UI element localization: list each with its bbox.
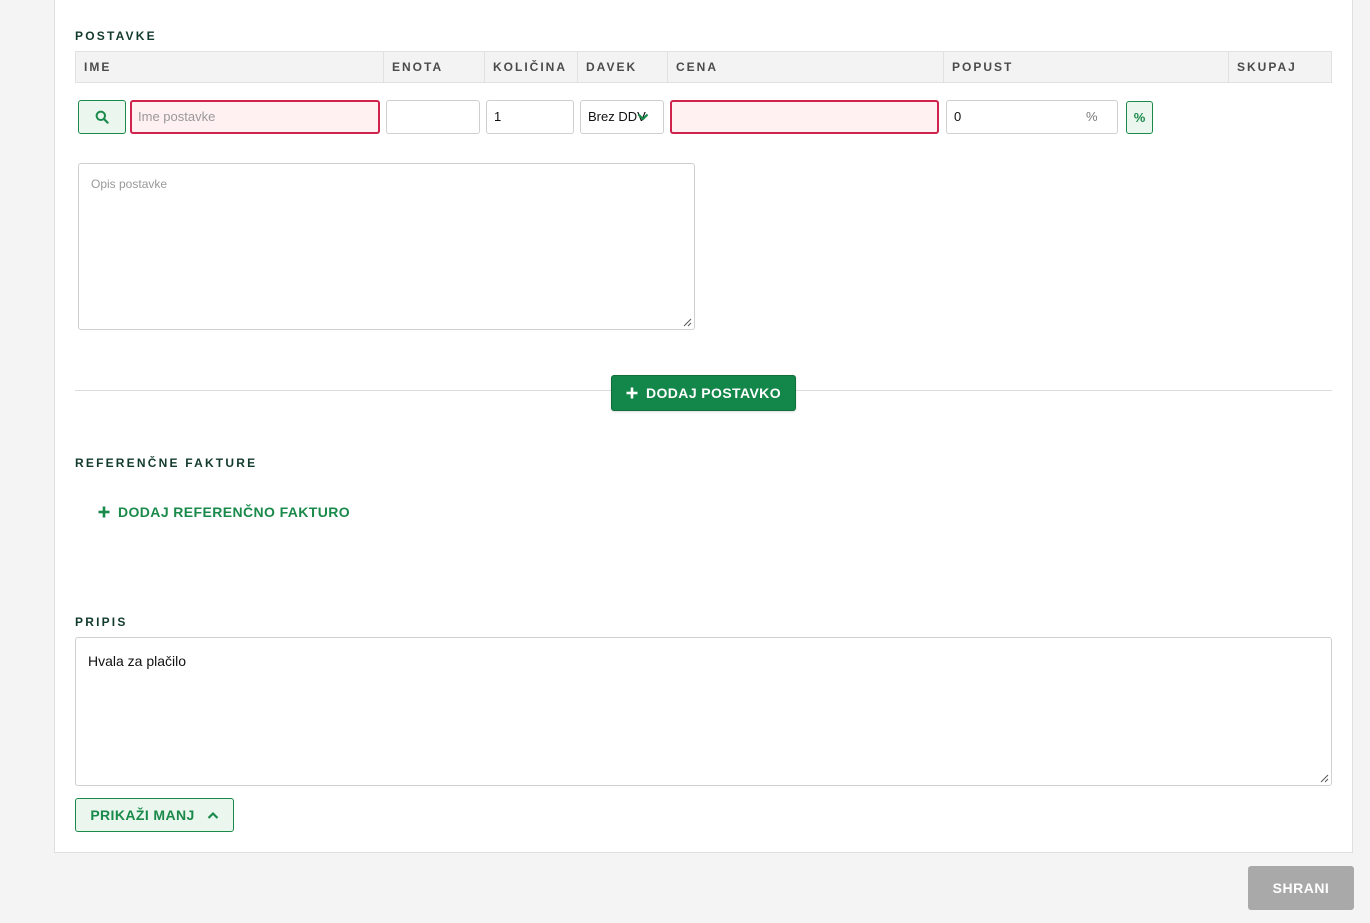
note-textarea-value: Hvala za plačilo <box>88 653 187 669</box>
add-item-button[interactable]: DODAJ POSTAVKO <box>611 375 796 411</box>
item-name-input[interactable]: Ime postavke <box>130 100 380 134</box>
resize-grip-icon[interactable] <box>1320 774 1329 783</box>
item-description-placeholder: Opis postavke <box>91 177 168 191</box>
discount-unit-label: % <box>1086 109 1098 124</box>
item-description-textarea[interactable]: Opis postavke <box>78 163 695 330</box>
reference-section-title: REFERENČNE FAKTURE <box>75 456 258 470</box>
plus-icon <box>626 387 638 399</box>
column-header-name: IME <box>76 52 384 82</box>
chevron-down-icon <box>637 113 649 121</box>
chevron-up-icon <box>207 811 218 819</box>
items-section-title: POSTAVKE <box>75 29 157 43</box>
add-reference-invoice-link[interactable]: DODAJ REFERENČNO FAKTURO <box>98 502 350 522</box>
item-name-placeholder: Ime postavke <box>138 109 216 124</box>
item-tax-select[interactable]: Brez DDV <box>580 100 664 134</box>
item-price-input[interactable] <box>670 100 939 134</box>
show-less-button[interactable]: PRIKAŽI MANJ <box>75 798 234 832</box>
resize-grip-icon[interactable] <box>683 318 692 327</box>
note-textarea[interactable]: Hvala za plačilo <box>75 637 1332 786</box>
column-header-price: CENA <box>668 52 944 82</box>
item-discount-value: 0 <box>954 109 962 124</box>
column-header-discount: POPUST <box>944 52 1229 82</box>
add-reference-invoice-label: DODAJ REFERENČNO FAKTURO <box>118 504 351 520</box>
note-section-title: PRIPIS <box>75 615 128 629</box>
add-item-label: DODAJ POSTAVKO <box>646 385 781 401</box>
save-button[interactable]: SHRANI <box>1248 866 1354 910</box>
column-header-tax: DAVEK <box>578 52 668 82</box>
items-table-header: IME ENOTA KOLIČINA DAVEK CENA POPUST SKU… <box>75 51 1332 83</box>
column-header-quantity: KOLIČINA <box>485 52 578 82</box>
show-less-label: PRIKAŽI MANJ <box>90 807 195 823</box>
item-discount-input[interactable]: 0 % <box>946 100 1118 134</box>
item-unit-input[interactable] <box>386 100 480 134</box>
search-item-button[interactable] <box>78 100 126 134</box>
search-icon <box>95 110 109 124</box>
discount-type-toggle[interactable]: % <box>1126 101 1153 134</box>
column-header-unit: ENOTA <box>384 52 485 82</box>
column-header-total: SKUPAJ <box>1237 60 1297 74</box>
item-quantity-input[interactable]: 1 <box>486 100 574 134</box>
plus-icon <box>98 506 110 518</box>
